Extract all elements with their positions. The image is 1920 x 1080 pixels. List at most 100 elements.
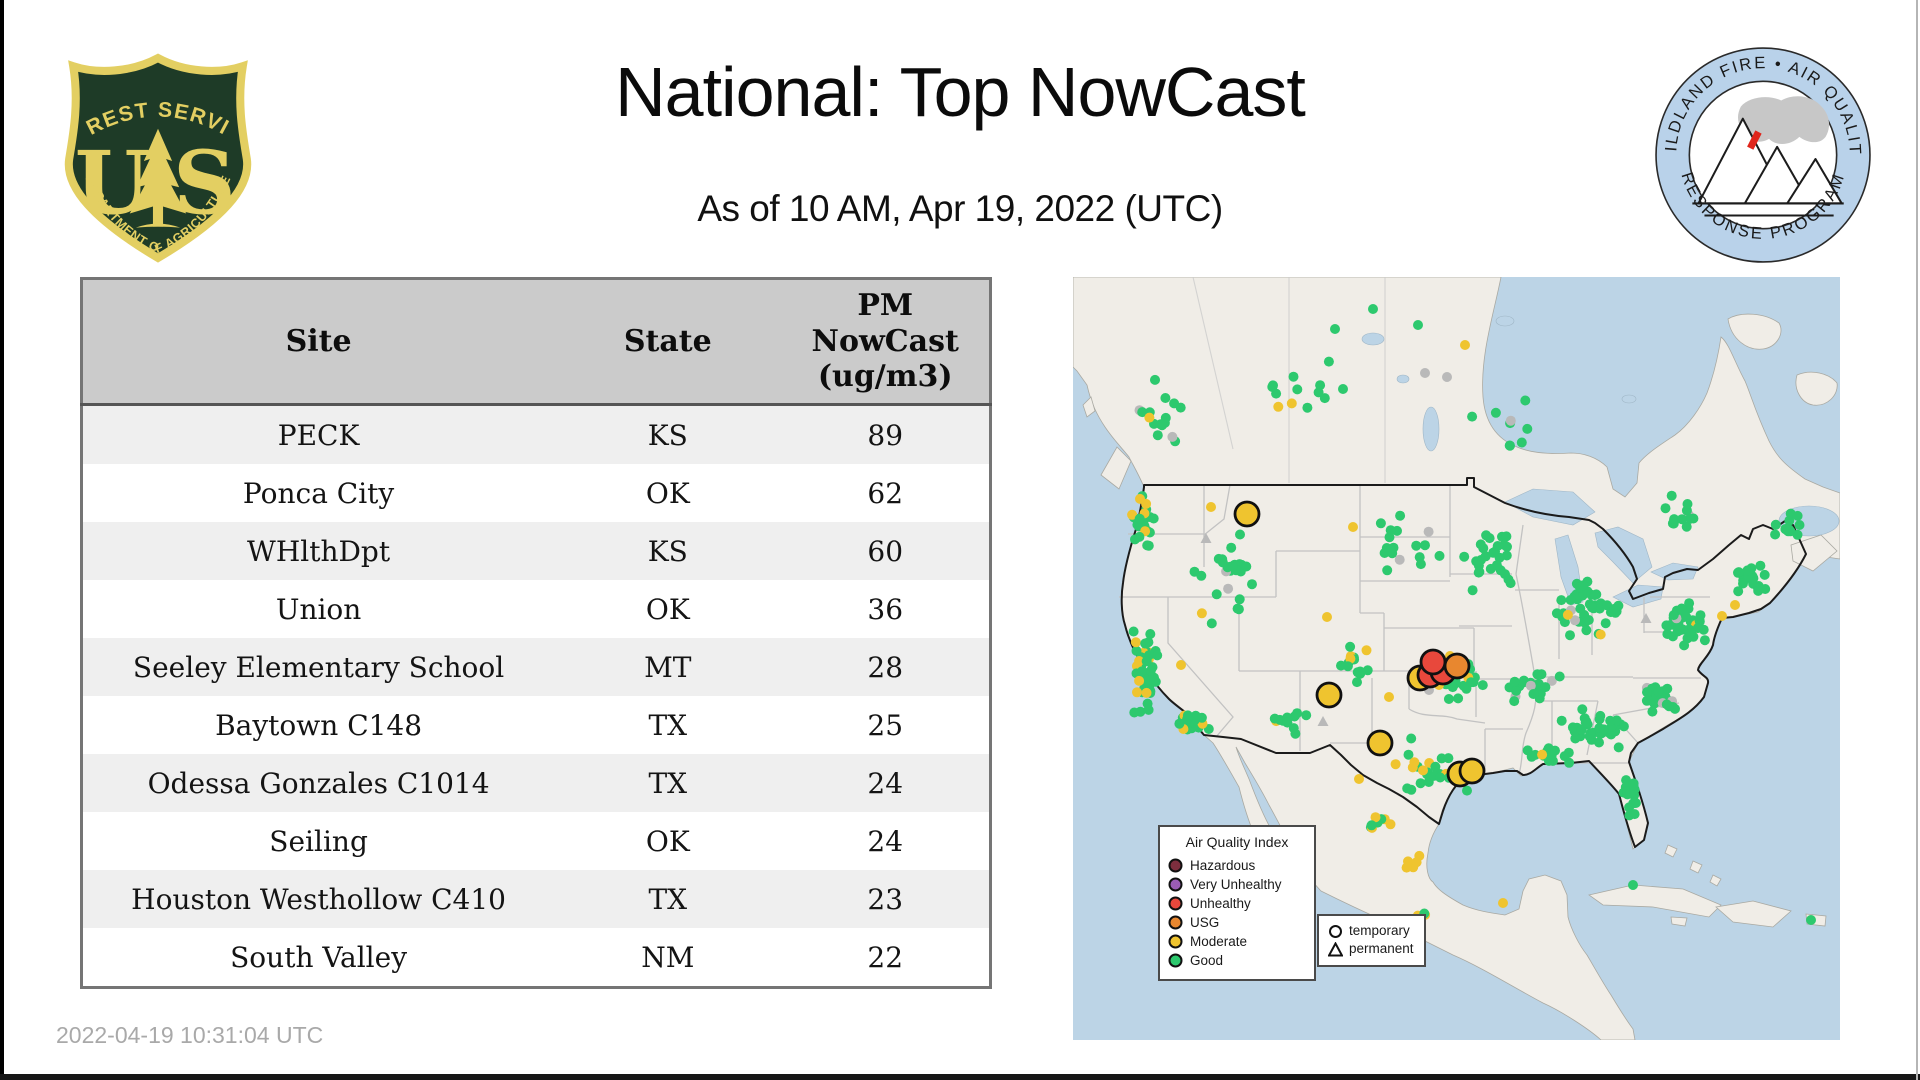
monitor-dot (1420, 368, 1430, 378)
monitor-dot (1668, 610, 1679, 621)
monitor-dot (1336, 660, 1346, 671)
monitor-dot (1348, 522, 1358, 532)
monitor-dot (1375, 518, 1386, 529)
monitor-dot (1504, 440, 1515, 451)
monitor-dot (1567, 722, 1578, 733)
table-row: Union OK 36 (81, 580, 991, 638)
monitor-dot (1143, 704, 1154, 715)
monitor-dot (1368, 304, 1378, 314)
monitor-dot (1556, 595, 1567, 606)
monitor-dot (1503, 574, 1514, 585)
monitor-dot (1354, 774, 1364, 784)
monitor-type-legend: temporary permanent (1317, 914, 1426, 967)
col-header-state: State (554, 278, 782, 406)
monitor-dot (1466, 677, 1476, 688)
monitor-dot (1526, 751, 1537, 762)
monitor-dot (1435, 772, 1446, 783)
monitor-dot (1144, 412, 1155, 423)
monitor-dot (1467, 585, 1478, 596)
monitor-dot (1267, 381, 1278, 392)
monitor-dot (1475, 539, 1486, 550)
monitor-dot (1385, 819, 1396, 830)
legend-item-hazardous: Hazardous (1168, 856, 1306, 875)
monitor-dot (1134, 513, 1145, 524)
highlighted-monitor (1233, 500, 1261, 528)
monitor-dot (1759, 569, 1770, 580)
monitor-dot (1753, 585, 1764, 596)
monitor-dot (1174, 718, 1185, 729)
monitor-map: Air Quality Index Hazardous Very Unhealt… (1073, 277, 1840, 1040)
monitor-dot (1618, 721, 1629, 732)
monitor-dot (1345, 641, 1356, 652)
col-header-pm-nowcast: PM NowCast (ug/m3) (781, 278, 991, 406)
monitor-dot (1286, 398, 1297, 409)
monitor-dot (1730, 600, 1740, 610)
monitor-dot (1565, 595, 1576, 605)
monitor-dot (1235, 529, 1245, 540)
monitor-dot (1674, 623, 1684, 634)
cell-value: 60 (867, 534, 904, 568)
monitor-dot (1509, 696, 1520, 707)
monitor-dot (1511, 685, 1522, 696)
cell-value: 36 (867, 592, 904, 626)
monitor-dot (1628, 780, 1639, 791)
top-nowcast-table: Site State PM NowCast (ug/m3) PECK KS 89 Po… (80, 277, 992, 989)
monitor-dot (1551, 608, 1562, 619)
monitor-dot (1770, 519, 1781, 530)
cell-state: KS (647, 418, 688, 452)
monitor-dot (1661, 699, 1672, 710)
legend-item-usg: USG (1168, 913, 1306, 932)
legend-item-permanent: permanent (1328, 940, 1414, 958)
monitor-dot (1134, 675, 1145, 686)
monitor-dot (1292, 384, 1303, 395)
monitor-dot (1467, 411, 1478, 422)
page-title: National: Top NowCast (615, 53, 1306, 131)
table-row: Baytown C148 TX 25 (81, 696, 991, 754)
cell-value: 62 (867, 476, 904, 510)
moderate-swatch-icon (1168, 934, 1183, 949)
monitor-dot (1169, 398, 1180, 409)
page-left-edge (0, 0, 4, 1080)
monitor-dot (1150, 374, 1160, 385)
cell-site: Houston Westhollow C410 (131, 882, 506, 916)
monitor-dot (1226, 542, 1237, 553)
monitor-dot (1152, 650, 1163, 661)
cell-value: 28 (867, 650, 904, 684)
monitor-dot (1647, 706, 1658, 717)
legend-item-temporary: temporary (1328, 922, 1414, 940)
monitor-dot (1686, 628, 1697, 639)
monitor-dot (1594, 723, 1605, 733)
monitor-dot (1660, 503, 1671, 514)
monitor-dot (1385, 525, 1396, 536)
monitor-dot (1413, 320, 1423, 330)
monitor-dot (1338, 384, 1348, 394)
page-bottom-edge (0, 1074, 1920, 1080)
monitor-dot (1676, 603, 1687, 614)
monitor-dot (1717, 611, 1727, 621)
monitor-dot (1132, 687, 1142, 698)
monitor-dot (1290, 728, 1301, 739)
legend-item-moderate: Moderate (1168, 932, 1306, 951)
monitor-dot (1415, 559, 1426, 570)
monitor-dot (1453, 693, 1464, 704)
highlighted-monitor (1315, 681, 1343, 709)
monitor-dot (1384, 692, 1394, 702)
monitor-dot (1315, 380, 1326, 391)
monitor-dot (1677, 514, 1687, 525)
monitor-dot (1653, 686, 1664, 697)
monitor-dot (1402, 783, 1413, 794)
table-row: Odessa Gonzales C1014 TX 24 (81, 754, 991, 812)
monitor-dot (1605, 715, 1616, 726)
monitor-dot (1302, 402, 1313, 413)
monitor-dot (1580, 717, 1591, 728)
monitor-dot (1223, 583, 1234, 594)
monitor-dot (1595, 710, 1606, 721)
cell-state: TX (648, 882, 688, 916)
monitor-dot (1196, 570, 1207, 581)
monitor-dot (1522, 423, 1533, 434)
monitor-dot (1128, 626, 1139, 637)
table-body: PECK KS 89 Ponca City OK 62 WHlthDpt KS 60 Union O… (81, 404, 991, 988)
monitor-dot (1501, 531, 1512, 542)
permanent-monitor-icon (1328, 941, 1343, 956)
monitor-dot (1323, 356, 1334, 367)
